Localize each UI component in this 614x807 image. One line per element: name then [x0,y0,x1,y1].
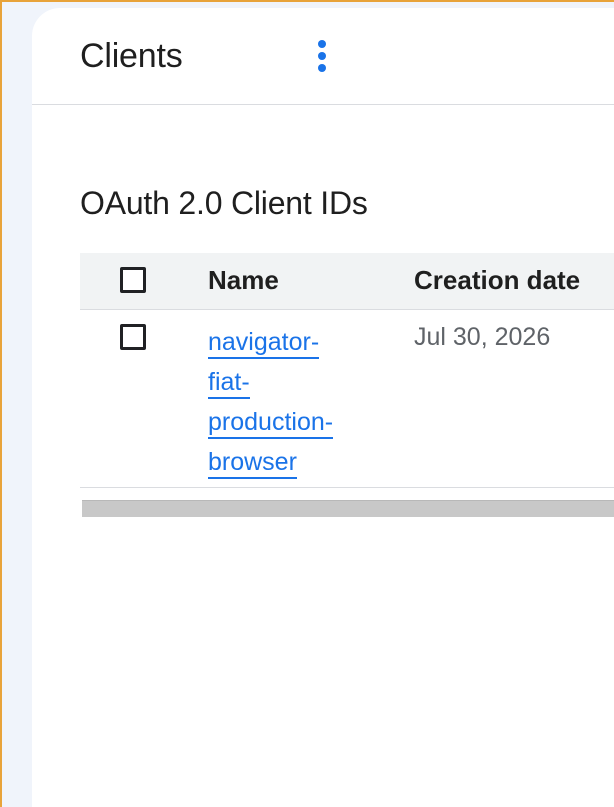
window-border-left [0,0,2,807]
client-name-line[interactable]: production- [208,407,334,439]
client-name-line[interactable]: fiat- [208,367,250,399]
table-row: navigator- fiat- production- browser Jul… [80,310,614,488]
table-header: Name Creation date ← [80,253,614,310]
clients-table: Name Creation date ← navigator- fiat- pr… [80,253,614,488]
window-border-top [0,0,614,2]
page-title: Clients [80,37,183,75]
client-name-link[interactable]: navigator- fiat- production- browser [208,322,358,482]
row-checkbox[interactable] [120,324,146,350]
column-header-name[interactable]: Name [208,265,279,295]
horizontal-scrollbar[interactable] [82,500,614,517]
more-options-button[interactable] [308,36,336,76]
column-header-creation-date[interactable]: Creation date [414,265,580,295]
client-name-line[interactable]: navigator- [208,327,320,359]
section-title: OAuth 2.0 Client IDs [80,185,368,221]
select-all-checkbox[interactable] [120,267,146,293]
client-name-line[interactable]: browser [208,447,297,479]
page-header: Clients [32,8,614,105]
creation-date-cell: Jul 30, 2026 [414,323,551,351]
sort-arrow-icon[interactable]: ← [610,271,614,297]
